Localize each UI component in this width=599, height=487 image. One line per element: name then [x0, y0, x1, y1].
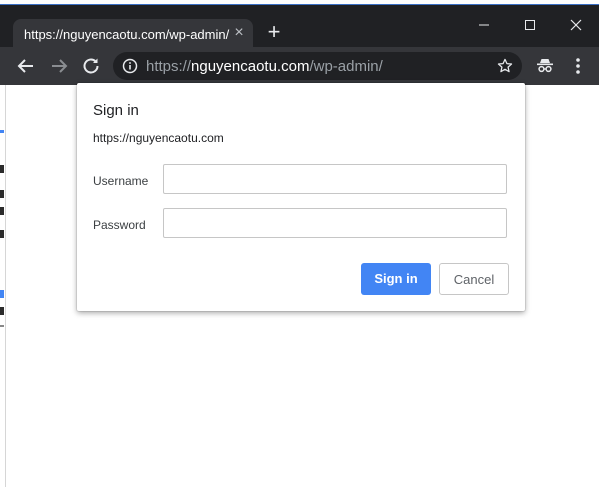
- edge-mark: [0, 190, 4, 198]
- sign-in-dialog: Sign in https://nguyencaotu.com Username…: [77, 83, 525, 311]
- close-window-button[interactable]: [553, 10, 599, 40]
- close-icon: [570, 19, 582, 31]
- maximize-icon: [525, 20, 535, 30]
- back-button[interactable]: [14, 54, 38, 78]
- more-vert-icon: [576, 58, 580, 74]
- sign-in-button[interactable]: Sign in: [361, 263, 431, 295]
- dialog-origin: https://nguyencaotu.com: [93, 131, 224, 145]
- back-arrow-icon: [17, 59, 33, 73]
- edge-mark: [0, 290, 4, 298]
- url-scheme: https://: [146, 58, 192, 75]
- browser-toolbar: https://nguyencaotu.com/wp-admin/: [0, 47, 599, 85]
- password-input[interactable]: [163, 208, 507, 238]
- url-path: /wp-admin/: [309, 58, 383, 75]
- maximize-button[interactable]: [507, 10, 553, 40]
- forward-arrow-icon: [52, 59, 68, 73]
- password-label: Password: [93, 218, 146, 232]
- address-bar[interactable]: https://nguyencaotu.com/wp-admin/: [113, 52, 522, 80]
- new-tab-icon[interactable]: +: [262, 21, 286, 45]
- forward-button[interactable]: [47, 54, 71, 78]
- reload-button[interactable]: [79, 54, 103, 78]
- edge-mark: [0, 207, 4, 215]
- dialog-title: Sign in: [93, 102, 139, 119]
- tab-close-icon[interactable]: ×: [229, 23, 249, 43]
- cancel-button[interactable]: Cancel: [439, 263, 509, 295]
- edge-mark: [0, 325, 4, 327]
- username-label: Username: [93, 174, 149, 188]
- url-host: nguyencaotu.com: [191, 58, 310, 75]
- username-input[interactable]: [163, 164, 507, 194]
- browser-titlebar: https://nguyencaotu.com/wp-admin/ × +: [0, 5, 599, 52]
- incognito-icon: [537, 59, 553, 73]
- incognito-button[interactable]: [533, 54, 557, 78]
- edge-mark: [0, 130, 4, 133]
- address-url: https://nguyencaotu.com/wp-admin/: [146, 58, 383, 75]
- edge-mark: [0, 165, 4, 173]
- menu-button[interactable]: [566, 54, 590, 78]
- info-icon[interactable]: [122, 58, 138, 74]
- edge-mark: [0, 230, 4, 238]
- tab-title: https://nguyencaotu.com/wp-admin/: [24, 27, 230, 42]
- background-window-edge: [0, 85, 6, 487]
- edge-mark: [0, 307, 4, 315]
- bookmark-star-icon[interactable]: [496, 57, 514, 75]
- reload-icon: [83, 58, 99, 74]
- minimize-button[interactable]: [461, 10, 507, 40]
- minimize-icon: [479, 24, 489, 26]
